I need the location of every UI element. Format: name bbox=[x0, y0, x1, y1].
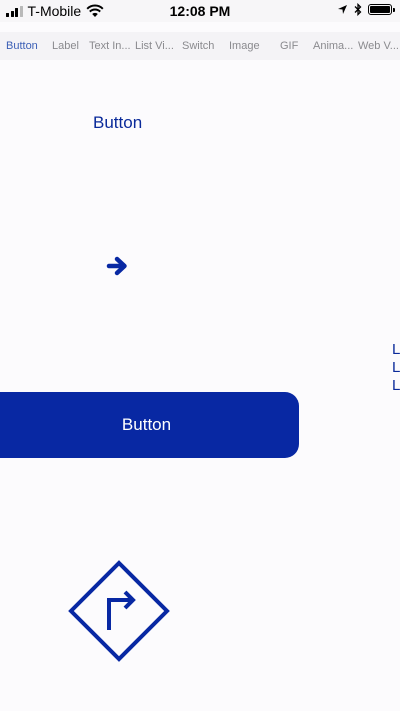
tab-gif[interactable]: GIF bbox=[280, 40, 298, 52]
bluetooth-icon bbox=[354, 3, 362, 16]
tab-web-view[interactable]: Web V... bbox=[358, 40, 400, 52]
clipped-labels: L L L bbox=[392, 341, 400, 395]
tab-text-input[interactable]: Text In... bbox=[89, 40, 133, 52]
tab-label[interactable]: Label bbox=[52, 40, 79, 52]
tab-bar: Button Label Text In... List Vi... Switc… bbox=[0, 32, 400, 60]
text-button[interactable]: Button bbox=[93, 113, 142, 133]
arrow-button[interactable] bbox=[106, 255, 130, 277]
tab-button[interactable]: Button bbox=[6, 40, 38, 52]
arrow-right-icon bbox=[106, 256, 127, 276]
tab-image[interactable]: Image bbox=[229, 40, 260, 52]
status-right bbox=[337, 3, 395, 16]
tab-animation[interactable]: Anima... bbox=[313, 40, 355, 52]
turn-right-sign-icon bbox=[68, 560, 170, 662]
filled-button[interactable]: Button bbox=[0, 392, 299, 458]
diamond-turn-button[interactable] bbox=[68, 560, 170, 662]
clipped-label: L bbox=[392, 341, 400, 358]
battery-icon bbox=[368, 4, 395, 15]
location-icon bbox=[338, 5, 347, 14]
filled-button-label: Button bbox=[121, 415, 172, 434]
tab-switch[interactable]: Switch bbox=[182, 40, 214, 52]
status-bar: T-Mobile 12:08 PM bbox=[0, 0, 400, 22]
clipped-label: L bbox=[392, 377, 400, 394]
tab-list-view[interactable]: List Vi... bbox=[135, 40, 178, 52]
clipped-label: L bbox=[392, 359, 400, 376]
